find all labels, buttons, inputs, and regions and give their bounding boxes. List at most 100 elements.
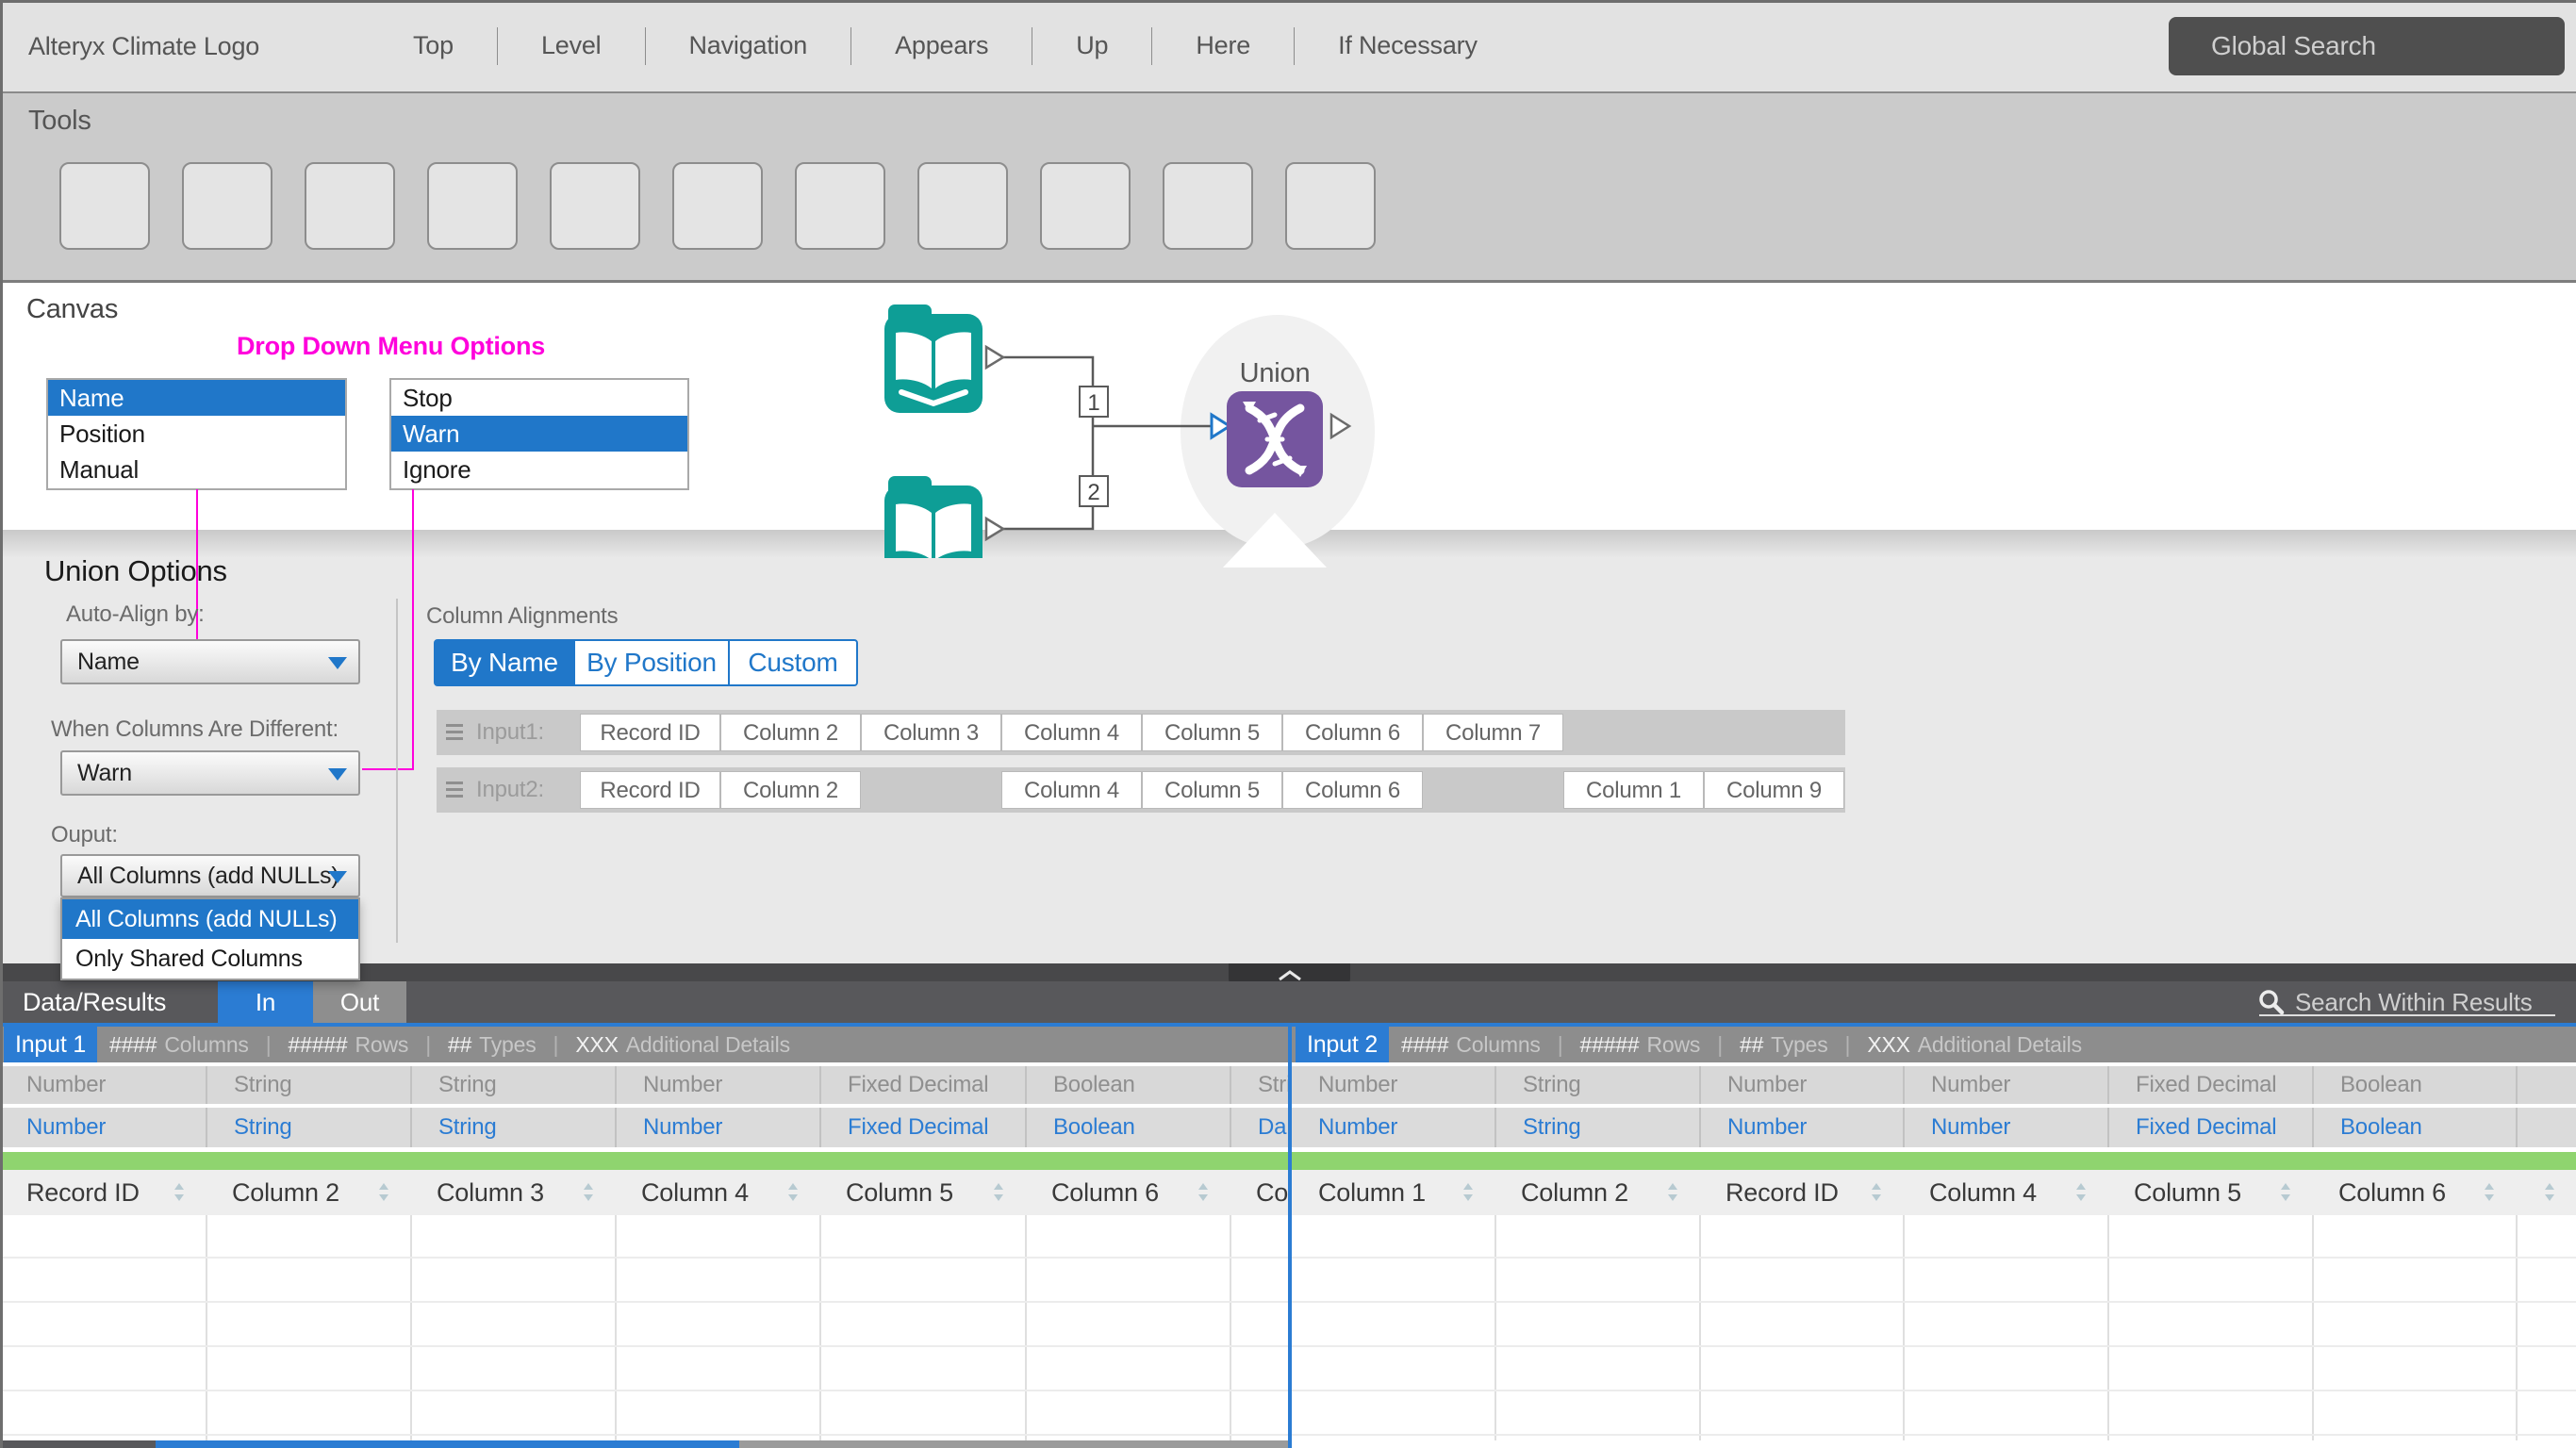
column-header-column-2[interactable]: Column 2 xyxy=(206,1170,410,1215)
sort-icon xyxy=(2544,1182,2555,1203)
tool-slot[interactable] xyxy=(1040,162,1131,250)
tab-by-position[interactable]: By Position xyxy=(573,641,728,684)
menu-item-up[interactable]: Up xyxy=(1032,31,1151,60)
input-tool-1-icon[interactable] xyxy=(884,304,983,413)
column-header-clipped[interactable] xyxy=(2516,1170,2576,1215)
alignment-slot[interactable]: Column 7 xyxy=(1423,714,1563,751)
tab-input-2[interactable]: Input 2 xyxy=(1296,1027,1389,1062)
column-header-column-2[interactable]: Column 2 xyxy=(1494,1170,1699,1215)
type-cell[interactable]: Number xyxy=(1699,1108,1903,1147)
column-header-column-5[interactable]: Column 5 xyxy=(2107,1170,2312,1215)
alignment-slot[interactable]: Column 5 xyxy=(1142,714,1282,751)
stat-separator: | xyxy=(1558,1032,1563,1058)
scrollbar-track-start xyxy=(0,1440,156,1448)
sort-icon xyxy=(2075,1182,2087,1203)
column-header-co[interactable]: Co xyxy=(1230,1170,1288,1215)
tool-slot[interactable] xyxy=(182,162,272,250)
type-cell[interactable]: String xyxy=(206,1108,410,1147)
option-stop[interactable]: Stop xyxy=(391,380,687,416)
option-name[interactable]: Name xyxy=(48,380,345,416)
tool-slot[interactable] xyxy=(550,162,640,250)
search-within-results-input[interactable]: Search Within Results xyxy=(2257,981,2533,1023)
type-cell[interactable]: Da xyxy=(1230,1108,1288,1147)
menu-item-here[interactable]: Here xyxy=(1152,31,1294,60)
option-warn[interactable]: Warn xyxy=(391,416,687,452)
alignment-slot[interactable]: Record ID xyxy=(580,714,720,751)
column-header-record-id[interactable]: Record ID xyxy=(0,1170,206,1215)
tool-slot[interactable] xyxy=(1163,162,1253,250)
alignment-slot[interactable]: Column 6 xyxy=(1282,714,1423,751)
table-gridline-vertical xyxy=(819,1215,821,1440)
sort-icon xyxy=(583,1182,594,1203)
type-cell[interactable]: Boolean xyxy=(2312,1108,2516,1147)
type-cell[interactable]: String xyxy=(1494,1108,1699,1147)
stat-columns: ####Columns xyxy=(109,1032,249,1058)
column-header-column-5[interactable]: Column 5 xyxy=(819,1170,1025,1215)
column-header-record-id[interactable]: Record ID xyxy=(1699,1170,1903,1215)
column-header-row: Column 1Column 2Record IDColumn 4Column … xyxy=(1292,1170,2576,1215)
menu-item-navigation[interactable]: Navigation xyxy=(646,31,851,60)
stat-types: ##Types xyxy=(1740,1032,1828,1058)
type-cell[interactable]: String xyxy=(410,1108,615,1147)
column-header-column-4[interactable]: Column 4 xyxy=(1903,1170,2107,1215)
menu-item-top[interactable]: Top xyxy=(370,31,497,60)
column-header-column-6[interactable]: Column 6 xyxy=(2312,1170,2516,1215)
tab-input-1[interactable]: Input 1 xyxy=(4,1027,97,1062)
type-cell[interactable]: Number xyxy=(1903,1108,2107,1147)
connection-label-1: 1 xyxy=(1087,390,1099,416)
output-select[interactable]: All Columns (add NULLs) xyxy=(60,854,360,897)
out-toggle-button[interactable]: Out xyxy=(313,981,406,1023)
tab-by-name[interactable]: By Name xyxy=(436,641,573,684)
alignment-slot[interactable]: Record ID xyxy=(580,771,720,809)
output-option-all-columns-add-nulls[interactable]: All Columns (add NULLs) xyxy=(62,899,358,939)
type-cell[interactable]: Number xyxy=(615,1108,819,1147)
column-header-column-3[interactable]: Column 3 xyxy=(410,1170,615,1215)
in-toggle-button[interactable]: In xyxy=(218,981,313,1023)
column-header-column-1[interactable]: Column 1 xyxy=(1292,1170,1494,1215)
alignment-slot[interactable]: Column 2 xyxy=(720,714,861,751)
drag-handle-icon[interactable] xyxy=(446,782,465,798)
alignment-slot[interactable]: Column 5 xyxy=(1142,771,1282,809)
menu-item-if-necessary[interactable]: If Necessary xyxy=(1295,31,1521,60)
tool-slot[interactable] xyxy=(1285,162,1376,250)
menu-item-appears[interactable]: Appears xyxy=(851,31,1032,60)
output-value: All Columns (add NULLs) xyxy=(77,856,339,896)
scrollbar-thumb[interactable] xyxy=(156,1440,739,1448)
tool-slot[interactable] xyxy=(672,162,763,250)
alignment-slot[interactable]: Column 4 xyxy=(1001,714,1142,751)
alignment-slot[interactable]: Column 1 xyxy=(1563,771,1704,809)
tool-slot[interactable] xyxy=(427,162,518,250)
tool-slot[interactable] xyxy=(59,162,150,250)
union-tool-icon[interactable] xyxy=(1227,391,1323,487)
drag-handle-icon[interactable] xyxy=(446,724,465,741)
chevron-up-icon xyxy=(1276,969,1304,982)
alignment-slot[interactable]: Column 9 xyxy=(1704,771,1844,809)
option-ignore[interactable]: Ignore xyxy=(391,452,687,487)
option-manual[interactable]: Manual xyxy=(48,452,345,487)
alignment-slot[interactable]: Column 2 xyxy=(720,771,861,809)
alignment-slot[interactable]: Column 4 xyxy=(1001,771,1142,809)
auto-align-select[interactable]: Name xyxy=(60,639,360,684)
type-cell[interactable]: Fixed Decimal xyxy=(819,1108,1025,1147)
table-gridline-horizontal xyxy=(0,1345,1288,1347)
option-position[interactable]: Position xyxy=(48,416,345,452)
tool-slot[interactable] xyxy=(795,162,885,250)
output-option-only-shared-columns[interactable]: Only Shared Columns xyxy=(62,939,358,979)
alignment-slot[interactable]: Column 3 xyxy=(861,714,1001,751)
global-search-input[interactable]: Global Search xyxy=(2169,17,2565,75)
type-cell[interactable]: Boolean xyxy=(1025,1108,1230,1147)
results-toolbar: Data/Results In Out Search Within Result… xyxy=(0,981,2576,1023)
alignment-slot[interactable]: Column 6 xyxy=(1282,771,1423,809)
when-different-select[interactable]: Warn xyxy=(60,750,360,796)
column-header-column-6[interactable]: Column 6 xyxy=(1025,1170,1230,1215)
type-cell[interactable]: Number xyxy=(0,1108,206,1147)
tool-slot[interactable] xyxy=(305,162,395,250)
tool-slot[interactable] xyxy=(917,162,1008,250)
column-header-column-4[interactable]: Column 4 xyxy=(615,1170,819,1215)
tab-custom[interactable]: Custom xyxy=(728,641,856,684)
type-cell[interactable]: Fixed Decimal xyxy=(2107,1108,2312,1147)
annotation-line-2 xyxy=(412,489,414,770)
menu-item-level[interactable]: Level xyxy=(498,31,645,60)
type-cell[interactable]: Number xyxy=(1292,1108,1494,1147)
type-row: NumberStringNumberNumberFixed DecimalBoo… xyxy=(1292,1066,2576,1104)
